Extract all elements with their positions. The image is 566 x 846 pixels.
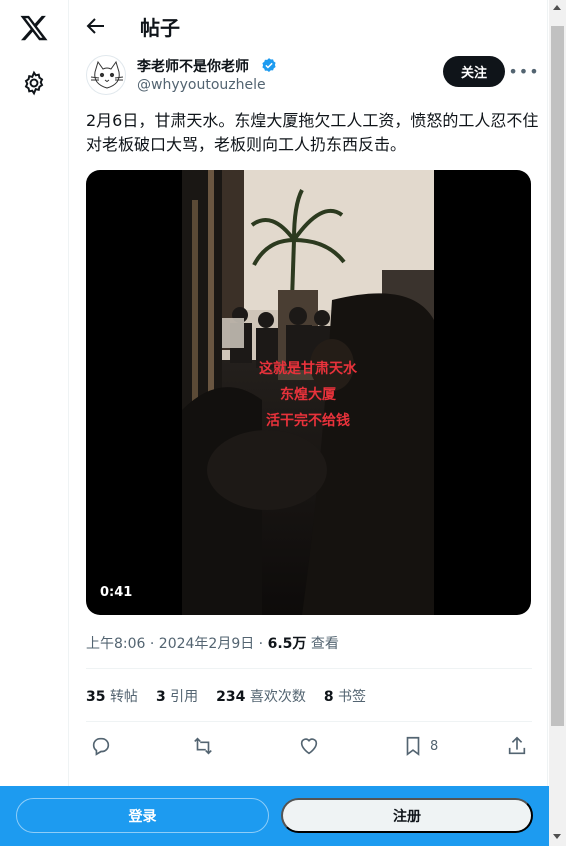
verified-badge-icon xyxy=(262,58,276,72)
back-arrow-icon[interactable] xyxy=(84,14,108,38)
likes-stat[interactable]: 234 喜欢次数 xyxy=(216,686,306,706)
scrollbar-thumb[interactable] xyxy=(551,26,564,726)
bookmarks-stat[interactable]: 8 书签 xyxy=(324,686,366,706)
page-title: 帖子 xyxy=(140,16,180,40)
header: 帖子 xyxy=(70,0,548,54)
views-label: 查看 xyxy=(306,636,339,652)
tweet-stats: 35 转帖 3 引用 234 喜欢次数 8 书签 xyxy=(86,686,366,706)
like-button[interactable] xyxy=(298,733,320,759)
heart-icon xyxy=(300,738,318,755)
avatar[interactable] xyxy=(86,55,126,95)
bookmark-icon xyxy=(406,736,420,756)
left-rail xyxy=(0,0,69,846)
retweets-stat[interactable]: 35 转帖 xyxy=(86,686,138,706)
quotes-stat[interactable]: 3 引用 xyxy=(156,686,198,706)
scroll-up-arrow-icon[interactable] xyxy=(553,5,561,10)
signup-button[interactable]: 注册 xyxy=(281,798,533,833)
video-duration: 0:41 xyxy=(100,585,133,600)
share-button[interactable] xyxy=(506,733,528,759)
tweet-meta: 上午8:06 · 2024年2月9日 · 6.5万 查看 xyxy=(86,633,339,653)
bookmark-count: 8 xyxy=(430,738,439,754)
tweet-timestamp[interactable]: 上午8:06 · 2024年2月9日 · xyxy=(86,636,268,652)
main-column: 帖子 李老师不是你老师 @whyyoutouzhele 关注 ••• 2月6日，… xyxy=(70,0,548,846)
follow-button[interactable]: 关注 xyxy=(443,56,505,87)
retweet-icon xyxy=(194,737,212,755)
settings-gear-icon[interactable] xyxy=(21,70,47,96)
divider xyxy=(86,668,532,669)
more-options-icon[interactable]: ••• xyxy=(508,58,538,84)
reply-button[interactable] xyxy=(90,733,112,759)
video-overlay-line-2: 东煌大厦 xyxy=(280,387,336,403)
login-button[interactable]: 登录 xyxy=(16,798,269,833)
share-icon xyxy=(508,736,526,755)
video-player[interactable]: 这就是甘肃天水 东煌大厦 活干完不给钱 0:41 xyxy=(86,170,531,615)
author-handle[interactable]: @whyyoutouzhele xyxy=(137,77,266,93)
retweet-button[interactable] xyxy=(192,733,214,759)
bottom-login-bar: 登录 注册 xyxy=(0,786,549,846)
x-logo-icon[interactable] xyxy=(19,13,49,43)
author-name[interactable]: 李老师不是你老师 xyxy=(137,56,249,76)
scroll-down-arrow-icon[interactable] xyxy=(553,834,561,839)
video-frame: 这就是甘肃天水 东煌大厦 活干完不给钱 xyxy=(182,170,434,615)
video-overlay-line-1: 这就是甘肃天水 xyxy=(259,361,357,377)
tweet-text: 2月6日，甘肃天水。东煌大厦拖欠工人工资，愤怒的工人忍不住对老板破口大骂，老板则… xyxy=(86,111,539,154)
reply-icon xyxy=(92,737,110,756)
bookmark-button[interactable]: 8 xyxy=(402,733,438,759)
page-scrollbar[interactable] xyxy=(549,0,566,846)
cat-sketch-avatar xyxy=(90,60,124,89)
divider xyxy=(86,721,532,722)
video-overlay-line-3: 活干完不给钱 xyxy=(266,413,350,429)
views-count: 6.5万 xyxy=(267,636,307,652)
action-bar: 8 xyxy=(86,733,532,759)
